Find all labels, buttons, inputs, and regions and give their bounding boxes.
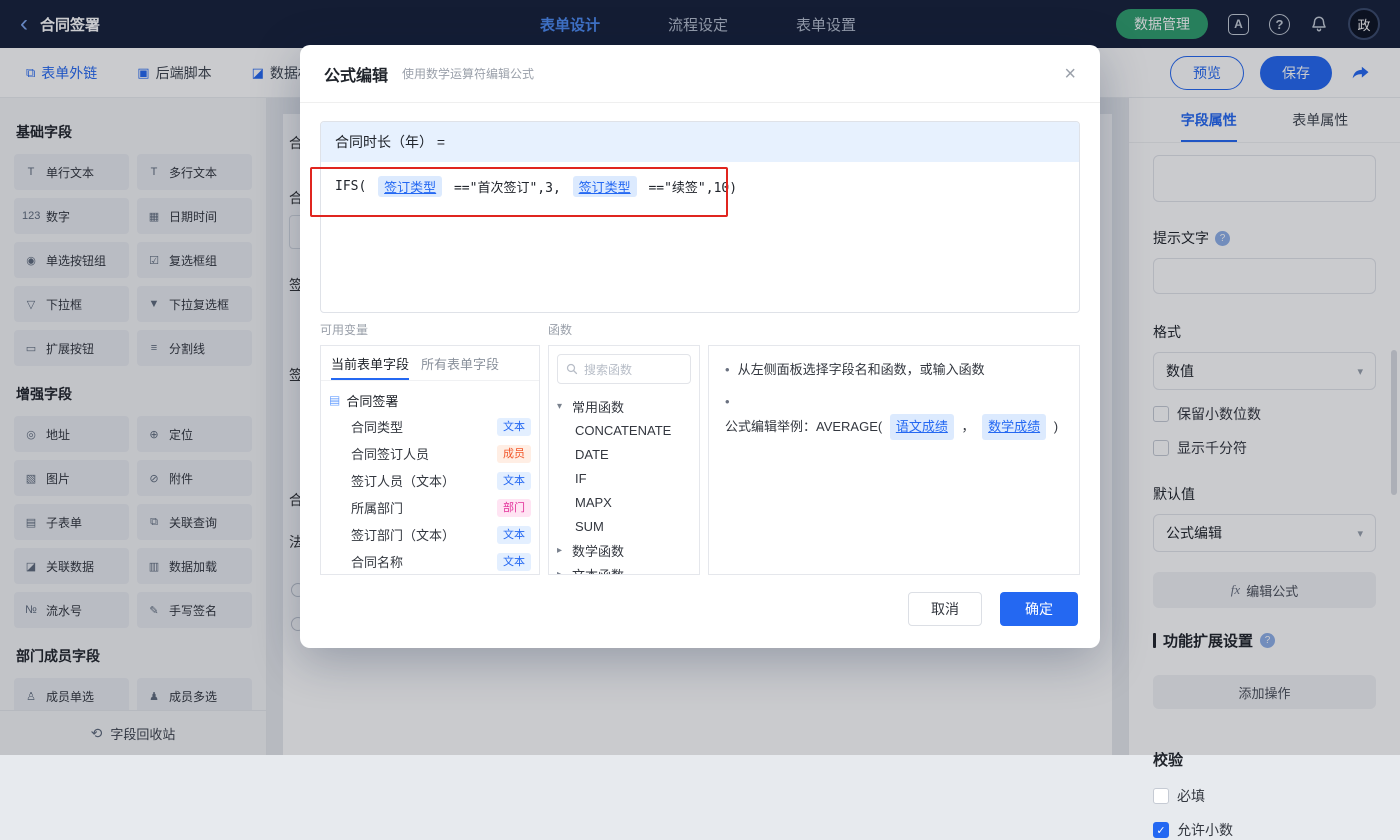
form-root-node[interactable]: ▤ 合同签署 [329,387,531,413]
help-example: 公式编辑举例：AVERAGE( 语文成绩 ， 数学成绩 ) [725,414,1058,440]
required-label: 必填 [1177,788,1205,804]
variables-tabs: 当前表单字段 所有表单字段 [321,346,539,381]
function-label: IF [575,470,587,486]
function-item[interactable]: ▸ 文本函数 [557,562,691,575]
modal-panels: 当前表单字段 所有表单字段 ▤ 合同签署 合同类型 文本 合同签订人员 成员 签… [320,345,1080,575]
variables-tab[interactable]: 当前表单字段 [331,346,410,380]
bullet-icon: • [725,362,730,377]
help-example-line: • 公式编辑举例：AVERAGE( 语文成绩 ， 数学成绩 ) [725,390,1063,440]
formula-token: =="首次签订",3, [446,181,569,196]
formula-editor-modal: 公式编辑 使用数学运算符编辑公式 × 合同时长（年） = IFS( 签订类型 =… [300,45,1100,648]
modal-subtitle: 使用数学运算符编辑公式 [402,67,535,81]
modal-footer: 取消 确定 [908,592,1078,626]
variables-tree: ▤ 合同签署 合同类型 文本 合同签订人员 成员 签订人员（文本） 文本 所属部… [321,381,539,574]
search-icon [566,363,578,375]
example-token: 数学成绩 [982,414,1047,440]
allow-decimal-checkbox[interactable]: 允许小数 [1153,820,1376,840]
formula-token: 签订类型 [572,176,637,197]
cancel-button[interactable]: 取消 [908,592,982,626]
example-token: ， [957,419,979,434]
variable-field[interactable]: 合同类型 文本 [329,413,531,440]
close-icon[interactable]: × [1064,64,1076,84]
required-checkbox[interactable]: 必填 [1153,786,1376,806]
form-root-label: 合同签署 [346,393,399,409]
function-label: 数学函数 [572,543,625,559]
variable-label: 合同签订人员 [351,447,430,462]
function-label: DATE [575,446,609,462]
variable-field[interactable]: 合同签订人员 成员 [329,440,531,467]
variable-field[interactable]: 合同名称 文本 [329,548,531,574]
variables-tab[interactable]: 所有表单字段 [421,346,499,380]
function-item[interactable]: IF [557,466,691,490]
example-token: 公式编辑举例：AVERAGE( [725,419,886,434]
formula-token: =="续签",10) [640,181,738,196]
function-label: 文本函数 [572,567,625,575]
functions-tree: ▾ 常用函数 CONCATENATE DATE IF MAPX SUM ▸ 数学… [549,392,699,575]
formula-editor: 合同时长（年） = IFS( 签订类型 =="首次签订",3, 签订类型 =="… [320,121,1080,313]
caret-icon: ▸ [557,568,563,575]
variable-label: 签订人员（文本） [351,474,456,489]
function-item[interactable]: DATE [557,442,691,466]
variable-field[interactable]: 所属部门 部门 [329,494,531,521]
function-label: SUM [575,518,604,534]
formula-target: 合同时长（年） = [321,122,1079,162]
document-icon: ▤ [329,393,341,407]
modal-header: 公式编辑 使用数学运算符编辑公式 × [300,45,1100,103]
formula-expression: IFS( 签订类型 =="首次签订",3, 签订类型 =="续签",10) [335,176,1065,197]
variable-type-tag: 文本 [497,471,531,490]
function-item[interactable]: SUM [557,514,691,538]
modal-title: 公式编辑 [324,67,389,85]
checkbox-icon [1153,788,1169,804]
functions-section-label: 函数 [548,323,573,337]
function-item[interactable]: ▸ 数学函数 [557,538,691,562]
variables-section-label: 可用变量 [320,323,369,337]
function-search-input[interactable]: 搜索函数 [557,354,691,384]
function-item[interactable]: MAPX [557,490,691,514]
variable-type-tag: 成员 [497,444,531,463]
function-label: CONCATENATE [575,422,672,438]
formula-token: IFS( [335,179,375,194]
variable-type-tag: 文本 [497,552,531,571]
formula-help-panel: • 从左侧面板选择字段名和函数，或输入函数 • 公式编辑举例：AVERAGE( … [708,345,1080,575]
function-item[interactable]: ▾ 常用函数 [557,394,691,418]
formula-token: 签订类型 [378,176,443,197]
variable-field[interactable]: 签订人员（文本） 文本 [329,467,531,494]
function-label: MAPX [575,494,612,510]
functions-panel: 搜索函数 ▾ 常用函数 CONCATENATE DATE IF MAPX SUM… [548,345,700,575]
example-token: 语文成绩 [889,414,954,440]
help-text: 从左侧面板选择字段名和函数，或输入函数 [737,362,985,377]
example-token: ) [1050,419,1059,434]
allow-decimal-label: 允许小数 [1177,822,1233,838]
variable-type-tag: 文本 [497,417,531,436]
variable-field[interactable]: 签订部门（文本） 文本 [329,521,531,548]
variable-label: 所属部门 [351,501,404,516]
variable-label: 合同类型 [351,420,404,435]
panel-labels: 可用变量 函数 [320,321,1080,338]
variable-type-tag: 文本 [497,525,531,544]
search-placeholder: 搜索函数 [584,362,633,377]
help-line: • 从左侧面板选择字段名和函数，或输入函数 [725,358,1063,382]
function-item[interactable]: CONCATENATE [557,418,691,442]
function-label: 常用函数 [572,399,625,415]
formula-input-area[interactable]: IFS( 签订类型 =="首次签订",3, 签订类型 =="续签",10) [321,162,1079,211]
variable-label: 合同名称 [351,555,404,570]
caret-icon: ▾ [557,400,563,412]
variable-label: 签订部门（文本） [351,528,456,543]
caret-icon: ▸ [557,544,563,556]
variable-type-tag: 部门 [497,498,531,517]
checkbox-icon [1153,822,1169,838]
variables-panel: 当前表单字段 所有表单字段 ▤ 合同签署 合同类型 文本 合同签订人员 成员 签… [320,345,540,575]
bullet-icon: • [725,394,730,409]
confirm-button[interactable]: 确定 [1000,592,1078,626]
variable-field-list: 合同类型 文本 合同签订人员 成员 签订人员（文本） 文本 所属部门 部门 签订… [329,413,531,574]
